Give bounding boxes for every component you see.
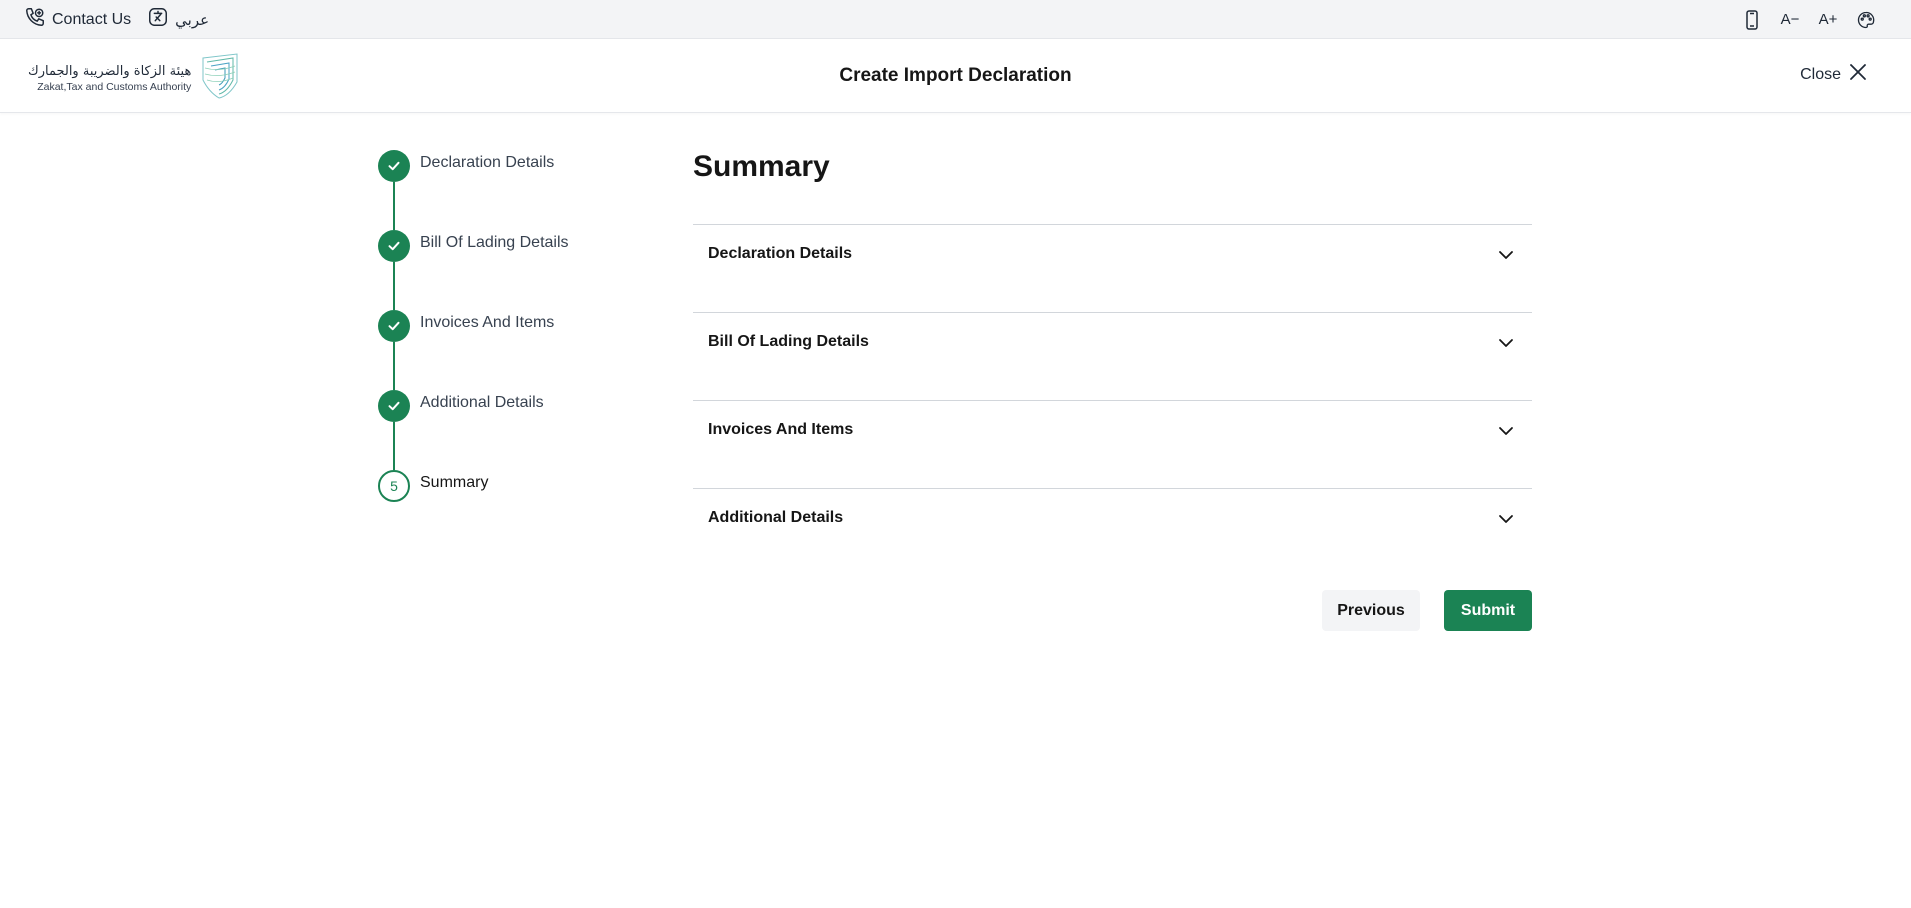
step-connector xyxy=(393,182,395,230)
accessibility-tools: A− A+ xyxy=(1741,0,1877,39)
step-summary[interactable]: 5 Summary xyxy=(378,470,618,550)
contact-us-link[interactable]: Contact Us xyxy=(24,6,131,33)
phone-icon xyxy=(24,6,46,33)
chevron-down-icon xyxy=(1496,509,1516,529)
step-additional-details[interactable]: Additional Details xyxy=(378,390,618,470)
step-completed-indicator xyxy=(378,150,410,182)
step-label: Additional Details xyxy=(420,394,544,411)
font-decrease-icon[interactable]: A− xyxy=(1779,9,1801,31)
close-button[interactable]: Close xyxy=(1800,63,1867,86)
language-label: عربي xyxy=(175,10,210,29)
accordion-title: Bill Of Lading Details xyxy=(708,333,869,350)
palette-icon[interactable] xyxy=(1855,9,1877,31)
chevron-down-icon xyxy=(1496,421,1516,441)
step-completed-indicator xyxy=(378,310,410,342)
chevron-down-icon xyxy=(1496,245,1516,265)
section-heading: Summary xyxy=(693,150,830,183)
form-actions: Previous Submit xyxy=(693,590,1532,631)
accordion-additional-details[interactable]: Additional Details xyxy=(693,489,1532,577)
chevron-down-icon xyxy=(1496,333,1516,353)
page-title: Create Import Declaration xyxy=(839,65,1072,86)
summary-panel: Summary Declaration Details Bill Of Ladi… xyxy=(693,150,1532,577)
step-connector xyxy=(393,422,395,470)
utility-bar-left: Contact Us عربي xyxy=(24,0,209,39)
step-label: Declaration Details xyxy=(420,154,555,171)
accordion-bill-of-lading-details[interactable]: Bill Of Lading Details xyxy=(693,313,1532,401)
font-increase-label: A+ xyxy=(1818,11,1838,28)
mobile-icon[interactable] xyxy=(1741,9,1763,31)
previous-button[interactable]: Previous xyxy=(1322,590,1420,631)
check-icon xyxy=(388,401,400,411)
accordion-title: Invoices And Items xyxy=(708,421,854,438)
close-label: Close xyxy=(1800,65,1841,83)
step-label: Summary xyxy=(420,474,489,491)
step-number-indicator: 5 xyxy=(378,470,410,502)
summary-accordion: Declaration Details Bill Of Lading Detai… xyxy=(693,224,1532,577)
accordion-invoices-and-items[interactable]: Invoices And Items xyxy=(693,401,1532,489)
step-completed-indicator xyxy=(378,390,410,422)
step-declaration-details[interactable]: Declaration Details xyxy=(378,150,618,230)
check-icon xyxy=(388,161,400,171)
contact-us-label: Contact Us xyxy=(52,10,132,28)
page-header: هيئة الزكاة والضريبة والجمارك Zakat,Tax … xyxy=(0,39,1911,113)
font-decrease-label: A− xyxy=(1780,11,1800,28)
close-icon xyxy=(1849,63,1867,86)
step-invoices-and-items[interactable]: Invoices And Items xyxy=(378,310,618,390)
step-label: Invoices And Items xyxy=(420,314,555,331)
check-icon xyxy=(388,321,400,331)
font-increase-icon[interactable]: A+ xyxy=(1817,9,1839,31)
step-completed-indicator xyxy=(378,230,410,262)
check-icon xyxy=(388,241,400,251)
utility-bar: Contact Us عربي A− A+ xyxy=(0,0,1911,39)
submit-button[interactable]: Submit xyxy=(1444,590,1532,631)
step-connector xyxy=(393,342,395,390)
progress-stepper: Declaration Details Bill Of Lading Detai… xyxy=(378,150,618,550)
translate-icon xyxy=(147,6,169,33)
accordion-declaration-details[interactable]: Declaration Details xyxy=(693,225,1532,313)
language-switch[interactable]: عربي xyxy=(147,6,209,33)
accordion-title: Declaration Details xyxy=(708,245,853,262)
step-label: Bill Of Lading Details xyxy=(420,234,569,251)
accordion-title: Additional Details xyxy=(708,509,844,526)
step-bill-of-lading-details[interactable]: Bill Of Lading Details xyxy=(378,230,618,310)
step-connector xyxy=(393,262,395,310)
